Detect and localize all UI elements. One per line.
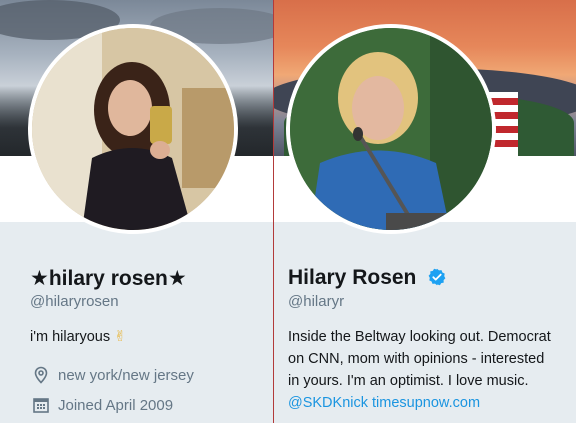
victory-hand-emoji: ✌ [114, 329, 127, 345]
bio-links-line: @SKDKnick timesupnow.com [288, 392, 573, 414]
avatar[interactable] [286, 24, 496, 234]
bio: i'm hilaryous ✌ [30, 326, 126, 348]
handle[interactable]: @hilaryr [288, 293, 344, 310]
profile-card-left: ★hilary rosen★ @hilaryrosen i'm hilaryou… [0, 0, 273, 423]
bio-line: in yours. I'm an optimist. I love music. [288, 373, 529, 389]
bio-text: i'm hilaryous [30, 329, 111, 345]
display-name-row: Hilary Rosen [288, 266, 446, 290]
location-text: new york/new jersey [58, 366, 194, 384]
bio-line: on CNN, mom with opinions - interested [288, 351, 545, 367]
display-name[interactable]: Hilary Rosen [288, 266, 416, 289]
website-link[interactable]: timesupnow.com [372, 395, 480, 411]
location-row: new york/new jersey [32, 366, 194, 384]
joined-row: Joined April 2009 [32, 396, 173, 414]
bio-line: Inside the Beltway looking out. Democrat [288, 329, 551, 345]
avatar-photo [32, 28, 234, 230]
handle[interactable]: @hilaryrosen [30, 293, 119, 310]
avatar[interactable] [28, 24, 238, 234]
profile-card-right: Hilary Rosen @hilaryr Inside the Beltway… [274, 0, 576, 423]
mention-link[interactable]: @SKDKnick [288, 395, 368, 411]
map-pin-icon [32, 366, 50, 384]
calendar-icon [32, 396, 50, 414]
verified-badge-icon [428, 268, 446, 286]
avatar-photo [290, 28, 492, 230]
display-name[interactable]: ★hilary rosen★ [30, 266, 187, 291]
bio: Inside the Beltway looking out. Democrat… [288, 326, 573, 414]
joined-text: Joined April 2009 [58, 396, 174, 414]
